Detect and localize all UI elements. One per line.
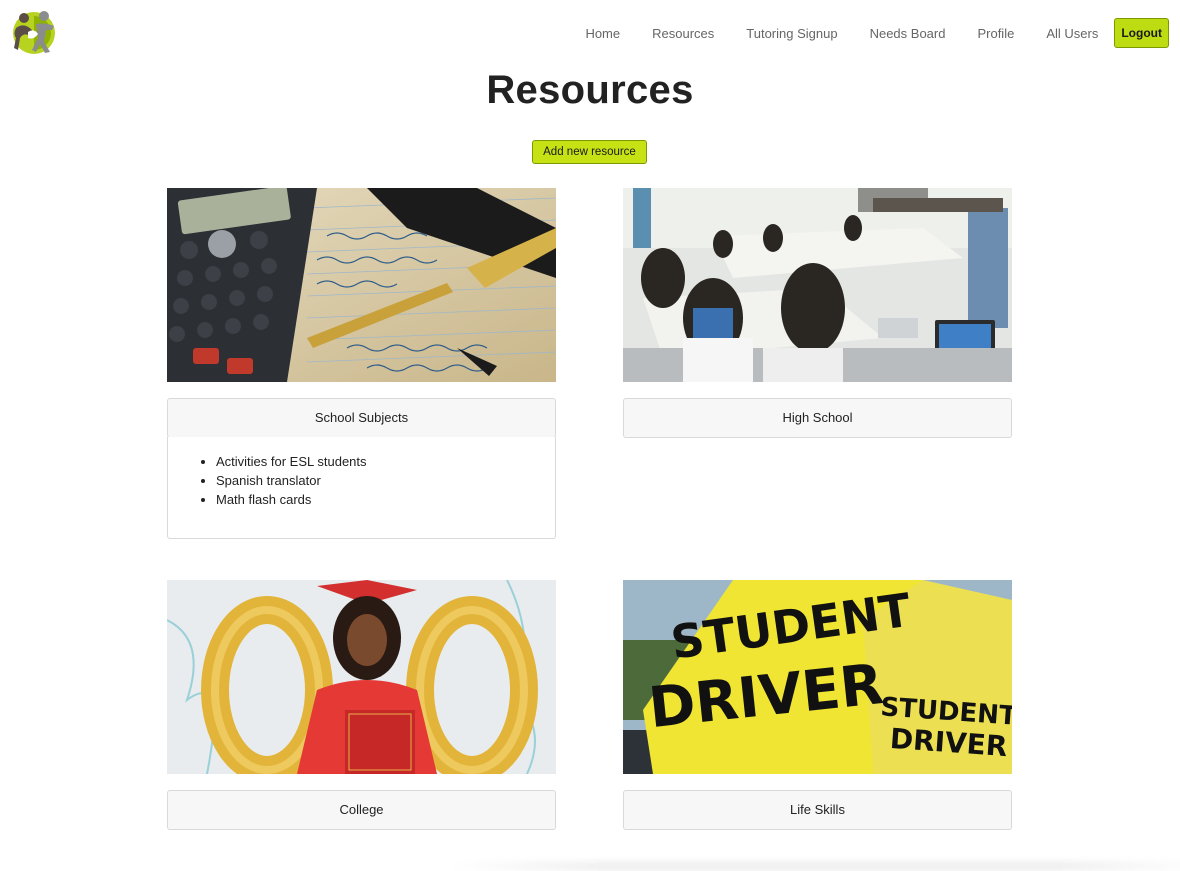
resource-card-life-skills: STUDENT DRIVER STUDENT DRIVER Life Skill… bbox=[623, 580, 1012, 774]
card-header-college[interactable]: College bbox=[167, 790, 556, 830]
card-header-school-subjects[interactable]: School Subjects bbox=[167, 398, 556, 438]
resource-card-school-subjects: School Subjects Activities for ESL stude… bbox=[167, 188, 556, 382]
graduate-with-balloons-photo bbox=[167, 580, 556, 774]
resource-card-college: College bbox=[167, 580, 556, 774]
add-new-resource-button[interactable]: Add new resource bbox=[532, 140, 647, 164]
nav-home-link[interactable]: Home bbox=[585, 26, 620, 41]
list-item[interactable]: Math flash cards bbox=[216, 490, 555, 509]
card-body-school-subjects: Activities for ESL students Spanish tran… bbox=[167, 437, 556, 539]
top-nav: Home Resources Tutoring Signup Needs Boa… bbox=[569, 18, 1169, 48]
bottom-shadow bbox=[450, 861, 1180, 871]
logout-button[interactable]: Logout bbox=[1114, 18, 1169, 48]
classroom-students-photo bbox=[623, 188, 1012, 382]
nav-tutoring-signup-link[interactable]: Tutoring Signup bbox=[746, 26, 837, 41]
resource-card-high-school: High School bbox=[623, 188, 1012, 382]
nav-needs-board-link[interactable]: Needs Board bbox=[870, 26, 946, 41]
student-driver-sign-photo: STUDENT DRIVER STUDENT DRIVER bbox=[623, 580, 1012, 774]
resource-list: Activities for ESL students Spanish tran… bbox=[168, 452, 555, 509]
app-logo[interactable] bbox=[10, 8, 58, 56]
card-header-life-skills[interactable]: Life Skills bbox=[623, 790, 1012, 830]
list-item[interactable]: Activities for ESL students bbox=[216, 452, 555, 471]
nav-profile-link[interactable]: Profile bbox=[977, 26, 1014, 41]
nav-resources-link[interactable]: Resources bbox=[652, 26, 714, 41]
nav-all-users-link[interactable]: All Users bbox=[1046, 26, 1098, 41]
calculator-and-notes-photo bbox=[167, 188, 556, 382]
card-header-high-school[interactable]: High School bbox=[623, 398, 1012, 438]
page-title: Resources bbox=[0, 68, 1180, 113]
list-item[interactable]: Spanish translator bbox=[216, 471, 555, 490]
